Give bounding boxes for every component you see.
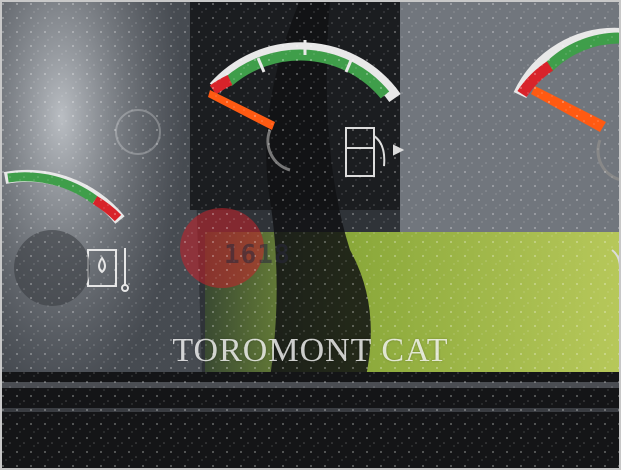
lcd-reading: 1618: [224, 240, 291, 270]
dashboard-photo: [0, 0, 621, 470]
watermark: TOROMONT CAT: [172, 332, 449, 369]
dust-overlay: [0, 0, 621, 470]
